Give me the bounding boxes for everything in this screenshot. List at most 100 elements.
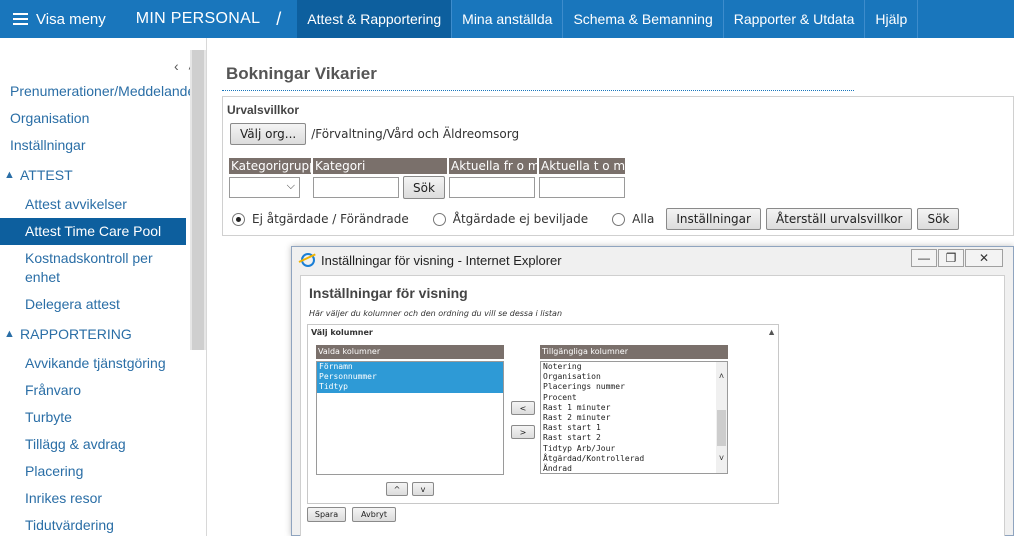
close-icon[interactable]: ✕	[965, 249, 1003, 267]
available-column-option[interactable]: Rast 2 minuter	[541, 413, 727, 423]
available-column-option[interactable]: Rast 1 minuter	[541, 403, 727, 413]
available-list-scrollbar[interactable]: ˄ ˅	[716, 362, 727, 473]
radio-label: Alla	[632, 212, 655, 226]
selected-column-option[interactable]: Personnummer	[317, 372, 503, 383]
save-button[interactable]: Spara	[307, 507, 346, 522]
radio-ej-atgardade[interactable]	[232, 212, 245, 226]
nav-mina-anstallda[interactable]: Mina anställda	[452, 0, 564, 38]
radio-atgardade-ej-beviljade[interactable]	[432, 212, 446, 226]
org-path: /Förvaltning/Vård och Äldreomsorg	[311, 127, 520, 141]
sidebar-item-kostnadskontroll[interactable]: Kostnadskontroll per enhet	[0, 245, 190, 291]
sidebar-item-tillagg-avdrag[interactable]: Tillägg & avdrag	[0, 431, 190, 458]
settings-dialog-window: Inställningar för visning - Internet Exp…	[291, 246, 1014, 536]
internet-explorer-icon	[301, 253, 315, 267]
available-column-option[interactable]: Placerings nummer	[541, 382, 727, 392]
available-column-option[interactable]: Rast start 2	[541, 433, 727, 443]
hamburger-icon	[13, 13, 28, 25]
show-menu-label: Visa meny	[36, 10, 106, 28]
sidebar-item-avvikande-tjanstgoring[interactable]: Avvikande tjänstgöring	[0, 350, 190, 377]
category-search-button[interactable]: Sök	[403, 176, 445, 199]
move-left-button[interactable]: <	[511, 401, 535, 415]
radio-label: Ej åtgärdade / Förändrade	[252, 212, 409, 226]
sidebar-item-delegera-attest[interactable]: Delegera attest	[0, 291, 190, 318]
sidebar-section-rapportering[interactable]: ▲ RAPPORTERING	[0, 318, 190, 350]
choose-org-button[interactable]: Välj org...	[230, 123, 307, 145]
selected-columns-list[interactable]: Förnamn Personnummer Tidtyp	[316, 361, 504, 475]
kategorigrupp-select[interactable]: ⌵	[229, 177, 300, 198]
available-column-option[interactable]: Rast start 1	[541, 423, 727, 433]
dialog-hint: Här väljer du kolumner och den ordning d…	[309, 309, 563, 318]
dialog-titlebar[interactable]: Inställningar för visning - Internet Exp…	[292, 247, 1013, 273]
available-list-scroll-thumb[interactable]	[717, 410, 726, 446]
window-controls: — ❐ ✕	[910, 249, 1003, 267]
sidebar-section-label: RAPPORTERING	[20, 326, 132, 342]
sidebar-item-placering[interactable]: Placering	[0, 458, 190, 485]
sidebar-item-franvaro[interactable]: Frånvaro	[0, 377, 190, 404]
move-down-button[interactable]: v	[412, 482, 434, 496]
status-radio-group: Ej åtgärdade / Förändrade Åtgärdade ej b…	[232, 208, 960, 230]
header-aktuella-from: Aktuella fr o m	[449, 158, 537, 174]
aktuella-tom-input[interactable]	[539, 177, 625, 198]
header-aktuella-tom: Aktuella t o m	[539, 158, 625, 174]
dialog-heading: Inställningar för visning	[309, 285, 468, 301]
sidebar-item-prenumerationer[interactable]: Prenumerationer/Meddelanden	[0, 78, 190, 105]
dialog-body: Inställningar för visning Här väljer du …	[300, 275, 1005, 536]
choose-columns-title: Välj kolumner	[311, 328, 373, 337]
sidebar-item-installningar[interactable]: Inställningar	[0, 132, 190, 159]
move-up-button[interactable]: ^	[386, 482, 408, 496]
settings-button[interactable]: Inställningar	[666, 208, 761, 230]
nav-hjalp[interactable]: Hjälp	[865, 0, 919, 38]
top-navigation: Visa meny MIN PERSONAL / Attest & Rappor…	[0, 0, 1014, 38]
sidebar-scrollbar[interactable]	[190, 50, 206, 350]
available-columns-list[interactable]: Notering Organisation Placerings nummer …	[540, 361, 728, 474]
main-content: Bokningar Vikarier Urvalsvillkor Välj or…	[222, 60, 1014, 236]
available-column-option[interactable]: Organisation	[541, 372, 727, 382]
move-right-button[interactable]: >	[511, 425, 535, 439]
sidebar: ‹˄ Prenumerationer/Meddelanden Organisat…	[0, 38, 207, 536]
scroll-up-icon[interactable]: ˄	[716, 371, 727, 382]
chevron-up-icon: ▲	[4, 328, 15, 340]
selected-columns-header: Valda kolumner	[316, 345, 504, 359]
dialog-window-title: Inställningar för visning - Internet Exp…	[321, 252, 562, 268]
sidebar-scroll-thumb[interactable]	[192, 50, 204, 350]
cancel-button[interactable]: Avbryt	[352, 507, 396, 522]
brand-title[interactable]: MIN PERSONAL	[120, 10, 271, 28]
radio-label: Åtgärdade ej beviljade	[452, 212, 589, 226]
maximize-icon[interactable]: ❐	[938, 249, 964, 267]
chevron-down-icon: ⌵	[286, 180, 295, 192]
nav-schema-bemanning[interactable]: Schema & Bemanning	[563, 0, 724, 38]
aktuella-from-input[interactable]	[449, 177, 535, 198]
sidebar-item-attest-time-care-pool[interactable]: Attest Time Care Pool	[0, 218, 186, 245]
sidebar-item-organisation[interactable]: Organisation	[0, 105, 190, 132]
selected-column-option[interactable]: Tidtyp	[317, 382, 503, 393]
available-column-option[interactable]: Procent	[541, 393, 727, 403]
available-column-option[interactable]: Ändrad	[541, 464, 727, 473]
available-column-option[interactable]: Notering	[541, 362, 727, 372]
sidebar-section-attest[interactable]: ▲ ATTEST	[0, 159, 190, 191]
available-column-option[interactable]: Åtgärdad/Kontrollerad	[541, 454, 727, 464]
chevron-up-icon: ▲	[4, 169, 15, 181]
collapse-up-icon[interactable]: ▲	[767, 327, 776, 337]
criteria-panel: Urvalsvillkor Välj org... /Förvaltning/V…	[222, 96, 1014, 236]
minimize-icon[interactable]: —	[911, 249, 937, 267]
available-column-option[interactable]: Tidtyp Arb/Jour	[541, 444, 727, 454]
reset-criteria-button[interactable]: Återställ urvalsvillkor	[765, 208, 913, 230]
radio-alla[interactable]	[612, 212, 626, 226]
sidebar-item-inrikes-resor[interactable]: Inrikes resor	[0, 485, 190, 512]
nav-attest-rapportering[interactable]: Attest & Rapportering	[297, 0, 453, 38]
scroll-down-icon[interactable]: ˅	[716, 453, 727, 464]
nav-rapporter-utdata[interactable]: Rapporter & Utdata	[724, 0, 866, 38]
sidebar-section-label: ATTEST	[20, 167, 73, 183]
available-columns-header: Tillgängliga kolumner	[540, 345, 728, 359]
choose-columns-box: Välj kolumner ▲ Valda kolumner Förnamn P…	[307, 324, 779, 504]
show-menu-button[interactable]: Visa meny	[0, 0, 120, 38]
kategori-input[interactable]	[313, 177, 399, 198]
sidebar-item-attest-avvikelser[interactable]: Attest avvikelser	[0, 191, 190, 218]
sidebar-list: Prenumerationer/Meddelanden Organisation…	[0, 78, 190, 536]
search-button[interactable]: Sök	[917, 208, 960, 230]
sidebar-item-turbyte[interactable]: Turbyte	[0, 404, 190, 431]
selected-column-option[interactable]: Förnamn	[317, 362, 503, 373]
sidebar-item-tidutvardering[interactable]: Tidutvärdering	[0, 512, 190, 536]
header-kategori: Kategori	[313, 158, 447, 174]
collapse-left-icon[interactable]: ‹	[174, 58, 188, 74]
